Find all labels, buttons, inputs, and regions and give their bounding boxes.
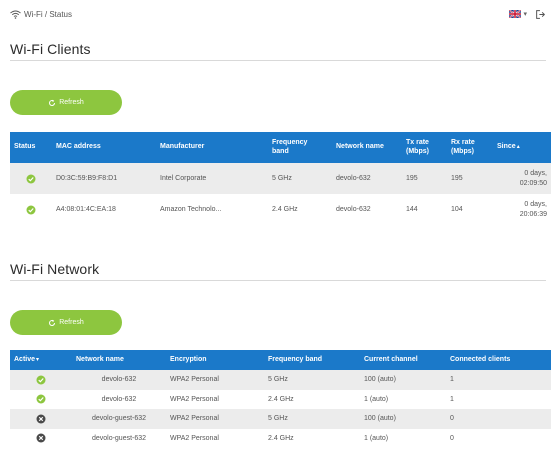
- logout-icon[interactable]: [535, 9, 546, 20]
- encryption-cell: WPA2 Personal: [166, 370, 264, 390]
- encryption-cell: WPA2 Personal: [166, 409, 264, 429]
- manufacturer-cell: Intel Corporate: [156, 163, 268, 194]
- network-name-cell: devolo-guest-632: [72, 428, 166, 448]
- manufacturer-cell: Amazon Technolo...: [156, 194, 268, 225]
- table-row[interactable]: devolo-632 WPA2 Personal 5 GHz 100 (auto…: [10, 370, 551, 390]
- clients-section-title: Wi-Fi Clients: [10, 41, 91, 57]
- x-circle-icon: [36, 433, 46, 443]
- rx-cell: 104: [447, 194, 493, 225]
- since-cell: 0 days, 20:06:39: [493, 194, 551, 225]
- refresh-label: Refresh: [59, 319, 84, 326]
- network-cell: devolo-632: [332, 194, 402, 225]
- frequency-band-cell: 2.4 GHz: [264, 389, 360, 409]
- table-row[interactable]: D0:3C:59:B9:F8:D1 Intel Corporate 5 GHz …: [10, 163, 551, 194]
- col-encryption[interactable]: Encryption: [166, 350, 264, 370]
- frequency-band-cell: 5 GHz: [264, 409, 360, 429]
- status-cell: [10, 194, 52, 225]
- tx-cell: 144: [402, 194, 447, 225]
- top-bar: Wi-Fi / Status ▾: [10, 7, 546, 21]
- col-current-channel[interactable]: Current channel: [360, 350, 446, 370]
- active-cell: [10, 389, 72, 409]
- sort-down-icon: ▾: [36, 356, 40, 363]
- connected-clients-cell: 0: [446, 428, 551, 448]
- col-mac[interactable]: MAC address: [52, 132, 156, 163]
- col-network-name[interactable]: Network name: [72, 350, 166, 370]
- active-cell: [10, 409, 72, 429]
- clients-divider: [10, 60, 546, 61]
- network-name-cell: devolo-632: [72, 389, 166, 409]
- connected-clients-cell: 0: [446, 409, 551, 429]
- current-channel-cell: 100 (auto): [360, 370, 446, 390]
- network-name-cell: devolo-632: [72, 370, 166, 390]
- x-circle-icon: [36, 414, 46, 424]
- since-cell: 0 days, 02:09:50: [493, 163, 551, 194]
- col-frequency-band[interactable]: Frequency band: [264, 350, 360, 370]
- encryption-cell: WPA2 Personal: [166, 428, 264, 448]
- chevron-down-icon: ▾: [523, 11, 527, 18]
- network-header-row: Active▾ Network name Encryption Frequenc…: [10, 350, 551, 370]
- network-section-title: Wi-Fi Network: [10, 261, 100, 277]
- current-channel-cell: 1 (auto): [360, 389, 446, 409]
- table-row[interactable]: A4:08:01:4C:EA:18 Amazon Technolo... 2.4…: [10, 194, 551, 225]
- mac-cell: D0:3C:59:B9:F8:D1: [52, 163, 156, 194]
- col-tx[interactable]: Tx rate (Mbps): [402, 132, 447, 163]
- connected-clients-cell: 1: [446, 370, 551, 390]
- check-circle-icon: [26, 174, 36, 183]
- table-row[interactable]: devolo-632 WPA2 Personal 2.4 GHz 1 (auto…: [10, 389, 551, 409]
- col-network[interactable]: Network name: [332, 132, 402, 163]
- col-active[interactable]: Active▾: [10, 350, 72, 370]
- connected-clients-cell: 1: [446, 389, 551, 409]
- breadcrumb-text[interactable]: Wi-Fi / Status: [24, 10, 72, 19]
- table-row[interactable]: devolo-guest-632 WPA2 Personal 5 GHz 100…: [10, 409, 551, 429]
- refresh-icon: [49, 319, 56, 326]
- check-circle-icon: [36, 375, 46, 385]
- band-cell: 5 GHz: [268, 163, 332, 194]
- col-since[interactable]: Since▴: [493, 132, 551, 163]
- network-divider: [10, 280, 546, 281]
- table-row[interactable]: devolo-guest-632 WPA2 Personal 2.4 GHz 1…: [10, 428, 551, 448]
- status-cell: [10, 163, 52, 194]
- network-table: Active▾ Network name Encryption Frequenc…: [10, 350, 551, 448]
- clients-refresh-button[interactable]: Refresh: [10, 90, 122, 115]
- network-name-cell: devolo-guest-632: [72, 409, 166, 429]
- mac-cell: A4:08:01:4C:EA:18: [52, 194, 156, 225]
- tx-cell: 195: [402, 163, 447, 194]
- frequency-band-cell: 2.4 GHz: [264, 428, 360, 448]
- col-connected-clients[interactable]: Connected clients: [446, 350, 551, 370]
- breadcrumb: Wi-Fi / Status: [10, 10, 72, 19]
- col-manufacturer[interactable]: Manufacturer: [156, 132, 268, 163]
- current-channel-cell: 1 (auto): [360, 428, 446, 448]
- col-band[interactable]: Frequency band: [268, 132, 332, 163]
- wifi-icon: [10, 10, 21, 19]
- network-cell: devolo-632: [332, 163, 402, 194]
- check-circle-icon: [26, 205, 36, 214]
- sort-up-icon: ▴: [516, 144, 520, 151]
- band-cell: 2.4 GHz: [268, 194, 332, 225]
- frequency-band-cell: 5 GHz: [264, 370, 360, 390]
- col-rx[interactable]: Rx rate (Mbps): [447, 132, 493, 163]
- network-refresh-button[interactable]: Refresh: [10, 310, 122, 335]
- refresh-label: Refresh: [59, 99, 84, 106]
- refresh-icon: [49, 99, 56, 106]
- current-channel-cell: 100 (auto): [360, 409, 446, 429]
- rx-cell: 195: [447, 163, 493, 194]
- check-circle-icon: [36, 394, 46, 404]
- clients-table: Status MAC address Manufacturer Frequenc…: [10, 132, 551, 225]
- active-cell: [10, 428, 72, 448]
- uk-flag-icon: [509, 10, 522, 18]
- col-status[interactable]: Status: [10, 132, 52, 163]
- clients-header-row: Status MAC address Manufacturer Frequenc…: [10, 132, 551, 163]
- language-selector[interactable]: ▾: [509, 10, 527, 18]
- encryption-cell: WPA2 Personal: [166, 389, 264, 409]
- active-cell: [10, 370, 72, 390]
